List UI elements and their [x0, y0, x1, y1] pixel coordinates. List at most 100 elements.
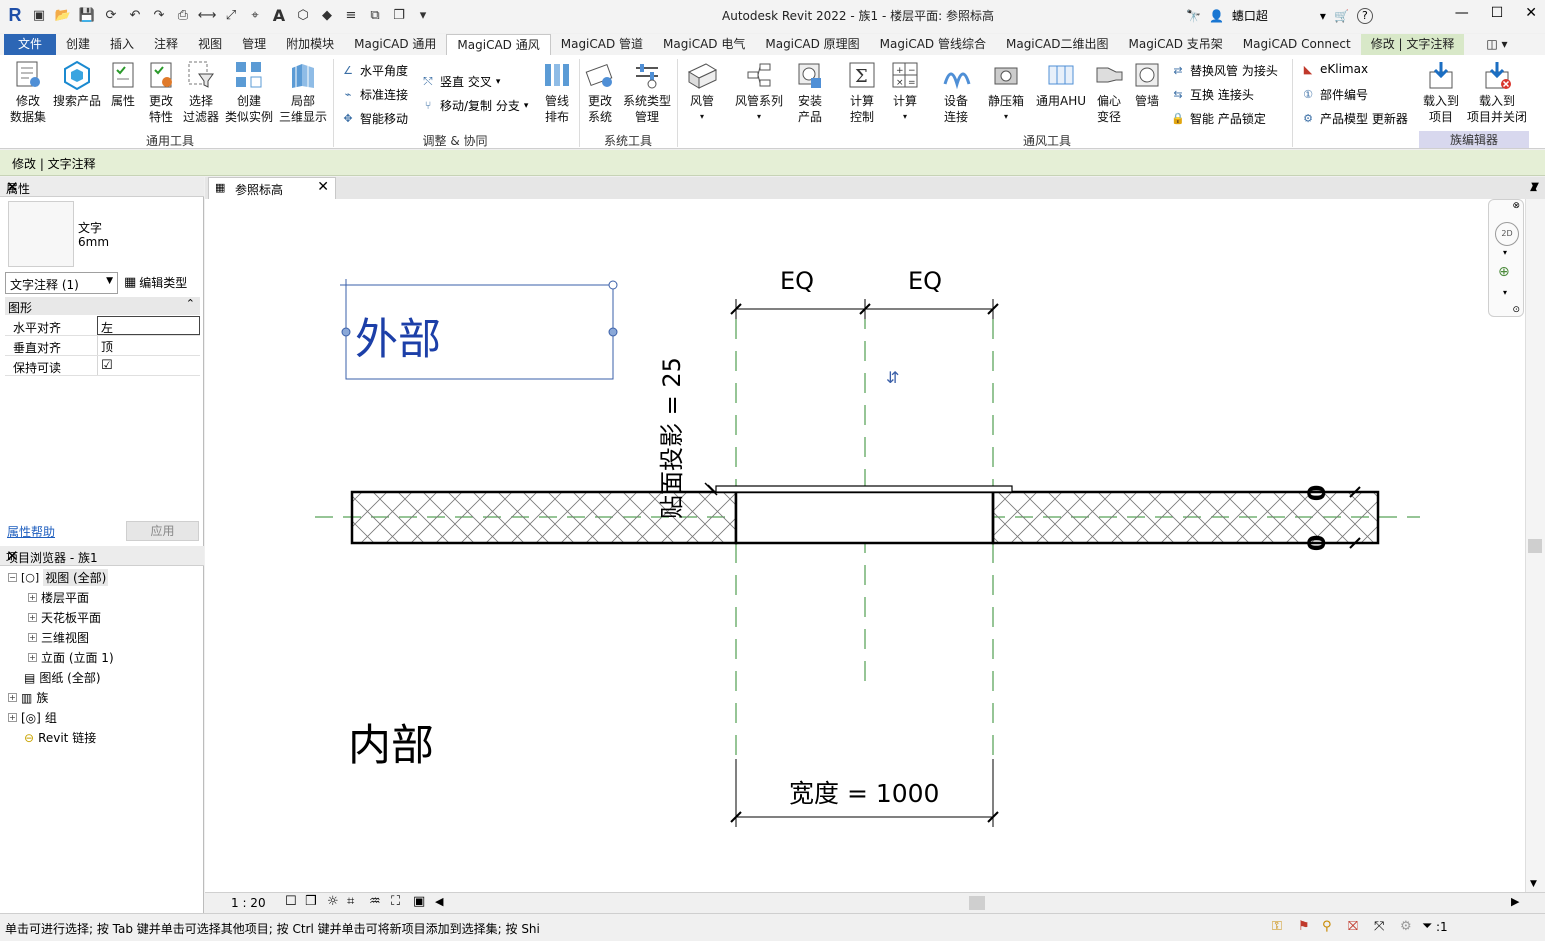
width-label[interactable]: 宽度 = 1000 [789, 774, 939, 810]
chevron-down-icon[interactable]: ▾ [1320, 9, 1326, 23]
detail-level-icon[interactable]: ☐ [285, 894, 297, 909]
aligned-dimension-icon[interactable]: ⤢ [222, 6, 240, 24]
duct-series-button[interactable]: 风管系列 ▾ [732, 59, 786, 125]
properties-button[interactable]: 属性 [106, 59, 140, 109]
tree-item-elevations[interactable]: + 立面 (立面 1) [28, 649, 114, 666]
properties-help-link[interactable]: 属性帮助 [7, 523, 55, 540]
undo-icon[interactable]: ↶ [126, 6, 144, 24]
pipe-arrange-button[interactable]: 管线 排布 [538, 59, 576, 125]
smart-move-button[interactable]: ✥ 智能移动 [340, 110, 408, 127]
tag-icon[interactable]: ⌖ [246, 6, 264, 24]
view-tab-reference-level[interactable]: ▦ 参照标高 ✕ [208, 177, 336, 199]
static-box-button[interactable]: 静压箱 ▾ [984, 59, 1028, 125]
tree-item-ceiling-plans[interactable]: + 天花板平面 [28, 609, 101, 626]
face-projection-plate[interactable] [715, 485, 1013, 493]
device-connect-button[interactable]: 设备 连接 [934, 59, 978, 125]
tree-item-views[interactable]: − [○] 视图 (全部) [8, 569, 109, 586]
options-icon[interactable]: ⊙ [1512, 305, 1520, 315]
rotate-handle[interactable] [608, 280, 618, 290]
vertical-scroll-thumb[interactable] [1528, 539, 1542, 553]
expand-icon[interactable]: + [28, 593, 37, 602]
replace-duct-button[interactable]: ⇄ 替换风管 为接头 [1170, 62, 1277, 79]
sun-path-icon[interactable]: ☼ [327, 894, 339, 909]
tab-magicad-connect[interactable]: MagiCAD Connect [1233, 34, 1361, 55]
resize-handle-right[interactable] [608, 327, 618, 337]
filter-icon[interactable]: ⏷ [1422, 919, 1432, 934]
properties-section-header[interactable]: 图形 ⌃ [5, 297, 200, 315]
type-selector[interactable]: 文字注释 (1) ▼ [5, 272, 118, 294]
scroll-down-icon[interactable]: ▼ [1530, 879, 1537, 889]
save-icon[interactable]: 💾 [78, 6, 96, 24]
maximize-icon[interactable]: ☐ [1491, 5, 1504, 21]
keep-readable-checkbox[interactable]: ☑ [97, 356, 200, 375]
ribbon-options-icon[interactable]: ◫ ▾ [1476, 34, 1517, 55]
tree-item-3d-views[interactable]: + 三维视图 [28, 629, 89, 646]
modify-dataset-button[interactable]: 修改 数据集 [6, 59, 50, 125]
vertical-scrollbar[interactable]: ▲ ▼ [1525, 183, 1545, 895]
tree-item-revit-links[interactable]: ⊖ Revit 链接 [24, 729, 96, 746]
tree-item-families[interactable]: + ▥ 族 [8, 689, 48, 706]
duct-button[interactable]: 风管 ▾ [682, 59, 722, 125]
analytical-model-icon[interactable]: ▣ [413, 894, 425, 909]
tab-magicad-general[interactable]: MagiCAD 通用 [344, 34, 446, 55]
horizontal-angle-button[interactable]: ∠ 水平角度 [340, 62, 408, 79]
horizontal-scroll-thumb[interactable] [969, 896, 985, 910]
select-pinned-icon[interactable]: ⚲ [1322, 919, 1332, 934]
binoculars-icon[interactable]: 🔭 [1186, 9, 1201, 23]
inside-label[interactable]: 内部 [348, 711, 434, 773]
select-by-face-icon[interactable]: ⛝ [1348, 919, 1358, 934]
tab-file[interactable]: 文件 [4, 34, 57, 55]
eq-label-right[interactable]: EQ [908, 267, 942, 295]
close-icon[interactable]: ⊗ [1512, 201, 1520, 211]
close-icon[interactable]: ✕ [317, 179, 329, 195]
create-similar-button[interactable]: 创建 类似实例 [222, 59, 276, 125]
tab-magicad-coordination[interactable]: MagiCAD 管线综合 [870, 34, 996, 55]
scroll-right-icon[interactable]: ▶ [1511, 895, 1519, 908]
print-icon[interactable]: ⎙ [174, 6, 192, 24]
close-icon[interactable]: ✕ [1525, 5, 1537, 21]
close-icon[interactable]: ✕ [6, 178, 198, 196]
vertical-cross-button[interactable]: ⤲ 竖直 交叉 ▾ [420, 73, 501, 90]
eccentric-reducer-button[interactable]: 偏心 变径 [1090, 59, 1128, 125]
crop-view-icon[interactable]: ⌗ [347, 894, 354, 909]
tree-item-floor-plans[interactable]: + 楼层平面 [28, 589, 89, 606]
tab-magicad-supports[interactable]: MagiCAD 支吊架 [1118, 34, 1232, 55]
expand-icon[interactable]: + [8, 713, 17, 722]
open-icon[interactable]: 📂 [54, 6, 72, 24]
user-icon[interactable]: 👤 [1209, 9, 1224, 23]
tab-insert[interactable]: 插入 [100, 34, 144, 55]
eklimax-button[interactable]: ◣ eKlimax [1300, 62, 1368, 76]
tab-magicad-ventilation[interactable]: MagiCAD 通风 [446, 34, 551, 55]
expand-icon[interactable]: + [8, 693, 17, 702]
standard-connect-button[interactable]: ⌁ 标准连接 [340, 86, 408, 103]
scroll-left-icon[interactable]: ◀ [435, 895, 443, 908]
pipe-wall-button[interactable]: 管墙 [1130, 59, 1164, 109]
select-filter-button[interactable]: 选择 过滤器 [182, 59, 220, 125]
select-underlay-icon[interactable]: ⚑ [1298, 919, 1310, 934]
tab-magicad-2d[interactable]: MagiCAD二维出图 [996, 34, 1119, 55]
scroll-up-icon[interactable]: ▲ [1530, 183, 1537, 193]
opening[interactable] [734, 490, 995, 545]
reveal-hidden-icon[interactable]: ⛶ [391, 894, 400, 909]
minimize-icon[interactable]: — [1455, 5, 1469, 21]
change-properties-button[interactable]: 更改 特性 [144, 59, 178, 125]
change-system-button[interactable]: 更改 系统 [582, 59, 618, 125]
view-scale[interactable]: 1 : 20 [231, 896, 266, 910]
section-icon[interactable]: ◆ [318, 6, 336, 24]
switch-windows-icon[interactable]: ❐ [390, 6, 408, 24]
chevron-down-icon[interactable]: ▾ [1503, 248, 1507, 257]
expand-icon[interactable]: + [28, 613, 37, 622]
sync-icon[interactable]: ⟳ [102, 6, 120, 24]
install-product-button[interactable]: 安装 产品 [790, 59, 830, 125]
user-name[interactable]: 蟪口超 [1232, 7, 1312, 24]
drag-elements-icon[interactable]: ⤧ [1374, 919, 1384, 934]
measure-icon[interactable]: ⟷ [198, 6, 217, 24]
local-3d-button[interactable]: 局部 三维显示 [278, 59, 328, 125]
tab-create[interactable]: 创建 [56, 34, 100, 55]
revit-logo-icon[interactable]: R [6, 5, 24, 25]
drawing-canvas[interactable]: ⇵ 外部 内部 EQ EQ 宽度 = 1000 贴面投影 = 25 0 0 [205, 199, 1525, 892]
edit-type-button[interactable]: ▦ 编辑类型 [124, 274, 187, 291]
tab-annotate[interactable]: 注释 [144, 34, 188, 55]
zoom-icon[interactable]: ⊕ [1498, 264, 1510, 280]
outside-label[interactable]: 外部 [355, 305, 441, 367]
